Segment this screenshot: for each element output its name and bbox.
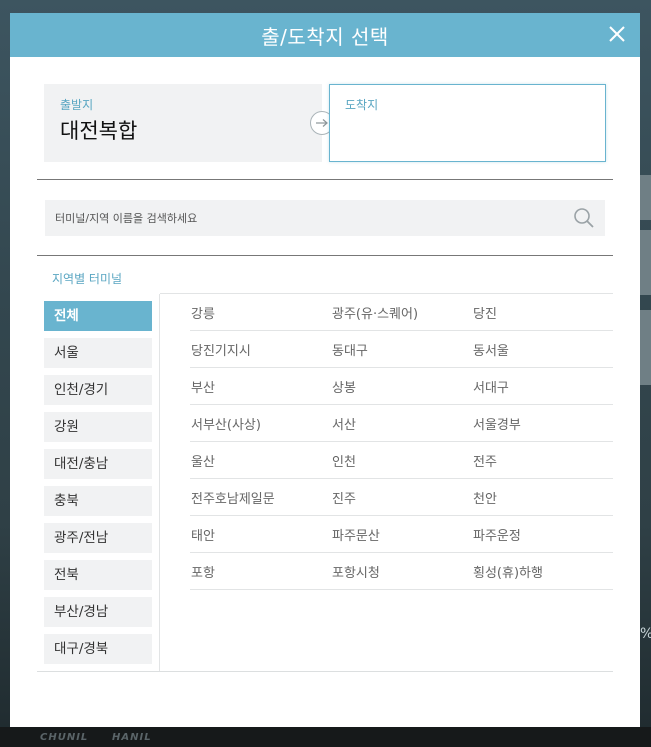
divider	[37, 671, 613, 672]
arrival-field[interactable]: 도착지	[329, 84, 606, 162]
region-tab[interactable]: 광주/전남	[44, 523, 152, 553]
route-selector: 출발지 대전복합 도착지	[44, 84, 606, 162]
background-panel-edge	[639, 175, 651, 220]
terminal-item[interactable]: 태안	[190, 525, 331, 544]
region-tab[interactable]: 충북	[44, 486, 152, 516]
departure-label: 출발지	[60, 98, 94, 112]
arrival-label: 도착지	[345, 98, 379, 112]
terminal-item[interactable]: 횡성(휴)하행	[472, 562, 613, 581]
background-panel-edge	[639, 230, 651, 295]
terminal-item[interactable]: 울산	[190, 451, 331, 470]
terminal-item[interactable]: 서부산(사상)	[190, 414, 331, 433]
divider	[37, 255, 613, 256]
terminal-list: 강릉 광주(유·스퀘어) 당진 당진기지시 동대구 동서울 부산 상봉 서대구 서부산(사상) 서산…	[190, 294, 613, 590]
region-tab[interactable]: 강원	[44, 412, 152, 442]
region-tab[interactable]: 인천/경기	[44, 375, 152, 405]
modal-title: 출/도착지 선택	[261, 24, 389, 49]
terminal-item[interactable]: 파주운정	[472, 525, 613, 544]
terminal-item[interactable]: 인천	[331, 451, 472, 470]
terminal-item[interactable]: 천안	[472, 488, 613, 507]
terminal-row: 태안 파주문산 파주운정	[190, 516, 613, 553]
terminal-item[interactable]: 강릉	[190, 303, 331, 322]
background-edge-text: %	[640, 626, 651, 642]
region-tab[interactable]: 대구/경북	[44, 634, 152, 664]
footer-logo: CHUNIL	[40, 732, 89, 743]
terminal-item[interactable]: 전주호남제일문	[190, 488, 331, 507]
terminal-row: 부산 상봉 서대구	[190, 368, 613, 405]
terminal-item[interactable]: 동서울	[472, 340, 613, 359]
region-tab[interactable]: 대전/충남	[44, 449, 152, 479]
terminal-row: 당진기지시 동대구 동서울	[190, 331, 613, 368]
terminal-item[interactable]: 서산	[331, 414, 472, 433]
region-tab[interactable]: 전북	[44, 560, 152, 590]
region-tab[interactable]: 서울	[44, 338, 152, 368]
terminal-item[interactable]: 당진기지시	[190, 340, 331, 359]
terminal-row: 울산 인천 전주	[190, 442, 613, 479]
terminal-row: 강릉 광주(유·스퀘어) 당진	[190, 294, 613, 331]
search-icon[interactable]	[573, 207, 595, 229]
terminal-item[interactable]: 서울경부	[472, 414, 613, 433]
terminal-item[interactable]: 포항시청	[331, 562, 472, 581]
region-section-title: 지역별 터미널	[52, 272, 123, 286]
terminal-item[interactable]: 광주(유·스퀘어)	[331, 303, 472, 322]
terminal-row: 전주호남제일문 진주 천안	[190, 479, 613, 516]
region-tab[interactable]: 부산/경남	[44, 597, 152, 627]
divider	[159, 294, 160, 672]
footer-logo: HANIL	[112, 732, 152, 743]
close-icon[interactable]	[605, 22, 629, 46]
terminal-item[interactable]: 부산	[190, 377, 331, 396]
background-footer: CHUNIL HANIL	[0, 727, 651, 747]
terminal-row: 서부산(사상) 서산 서울경부	[190, 405, 613, 442]
departure-field[interactable]: 출발지 대전복합	[44, 84, 322, 162]
search-input[interactable]	[55, 211, 573, 225]
departure-value: 대전복합	[60, 119, 138, 143]
region-list: 전체서울인천/경기강원대전/충남충북광주/전남전북부산/경남대구/경북	[44, 301, 152, 671]
terminal-item[interactable]: 서대구	[472, 377, 613, 396]
terminal-item[interactable]: 파주문산	[331, 525, 472, 544]
divider	[37, 179, 613, 180]
terminal-row: 포항 포항시청 횡성(휴)하행	[190, 553, 613, 590]
terminal-item[interactable]: 진주	[331, 488, 472, 507]
terminal-item[interactable]: 전주	[472, 451, 613, 470]
modal-header: 출/도착지 선택	[10, 13, 640, 57]
terminal-item[interactable]: 당진	[472, 303, 613, 322]
terminal-select-modal: 출/도착지 선택 출발지 대전복합 도착지 지역별 터미널	[10, 13, 640, 727]
region-tab[interactable]: 전체	[44, 301, 152, 331]
terminal-item[interactable]: 동대구	[331, 340, 472, 359]
terminal-item[interactable]: 상봉	[331, 377, 472, 396]
terminal-item[interactable]: 포항	[190, 562, 331, 581]
background-panel-edge	[639, 310, 651, 385]
terminal-search	[45, 200, 605, 236]
